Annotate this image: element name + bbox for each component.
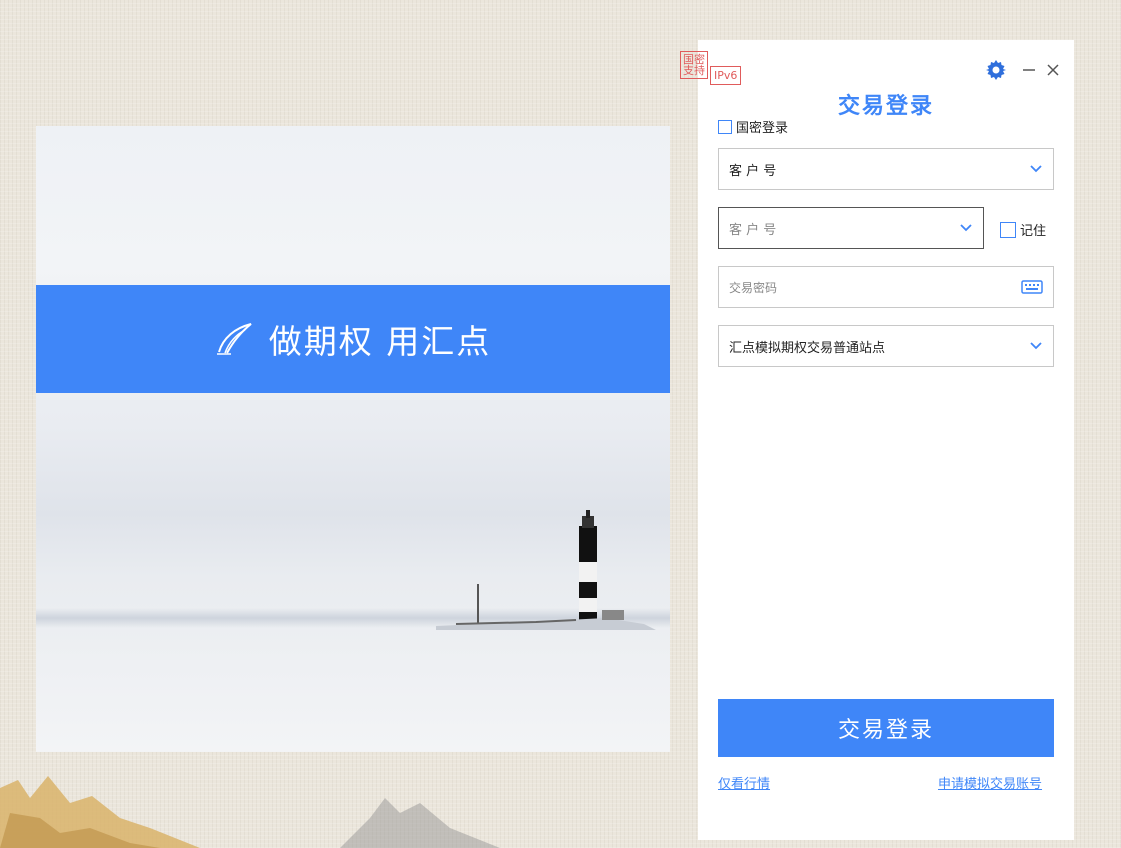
settings-gear-icon[interactable]	[984, 58, 1008, 82]
chevron-down-icon	[1029, 339, 1043, 353]
chevron-down-icon[interactable]	[959, 221, 973, 235]
slogan-band: 做期权 用汇点	[36, 285, 670, 393]
site-select-value: 汇点模拟期权交易普通站点	[729, 340, 886, 356]
chevron-down-icon	[1029, 162, 1043, 176]
account-input-placeholder: 客 户 号	[729, 222, 777, 238]
password-input[interactable]: 交易密码	[718, 266, 1054, 308]
remember-option[interactable]: 记住	[1000, 220, 1046, 239]
login-title: 交易登录	[837, 94, 934, 119]
gold-mountain-decoration	[0, 776, 200, 848]
promo-banner: 做期权 用汇点	[36, 126, 670, 752]
account-input[interactable]: 客 户 号	[718, 207, 984, 249]
quill-logo-icon	[216, 323, 252, 355]
password-input-placeholder: 交易密码	[729, 280, 778, 295]
ipv6-badge: IPv6	[710, 66, 742, 85]
login-panel: 国密支持 IPv6 交易登录 国密登录 客 户 号 客 户 号 记住 交易密码	[680, 40, 1074, 840]
apply-sim-account-link[interactable]: 申请模拟交易账号	[938, 773, 1042, 792]
slogan-text: 做期权 用汇点	[268, 322, 492, 361]
account-type-value: 客 户 号	[729, 163, 777, 179]
login-button[interactable]: 交易登录	[718, 699, 1054, 757]
lighthouse-illustration	[436, 510, 656, 630]
grey-mountain-decoration	[340, 798, 500, 848]
account-type-select[interactable]: 客 户 号	[718, 148, 1054, 190]
guomi-login-checkbox[interactable]	[718, 119, 732, 134]
guomi-login-label: 国密登录	[736, 121, 789, 136]
minimize-icon[interactable]	[1018, 58, 1040, 82]
site-select[interactable]: 汇点模拟期权交易普通站点	[718, 325, 1054, 367]
guomi-support-badge: 国密支持	[680, 51, 708, 79]
quotes-only-link[interactable]: 仅看行情	[718, 773, 770, 792]
guomi-login-option[interactable]: 国密登录	[718, 117, 788, 136]
remember-label: 记住	[1020, 224, 1047, 239]
keyboard-icon[interactable]	[1021, 280, 1043, 294]
remember-checkbox[interactable]	[1000, 221, 1016, 238]
close-icon[interactable]	[1042, 58, 1064, 82]
